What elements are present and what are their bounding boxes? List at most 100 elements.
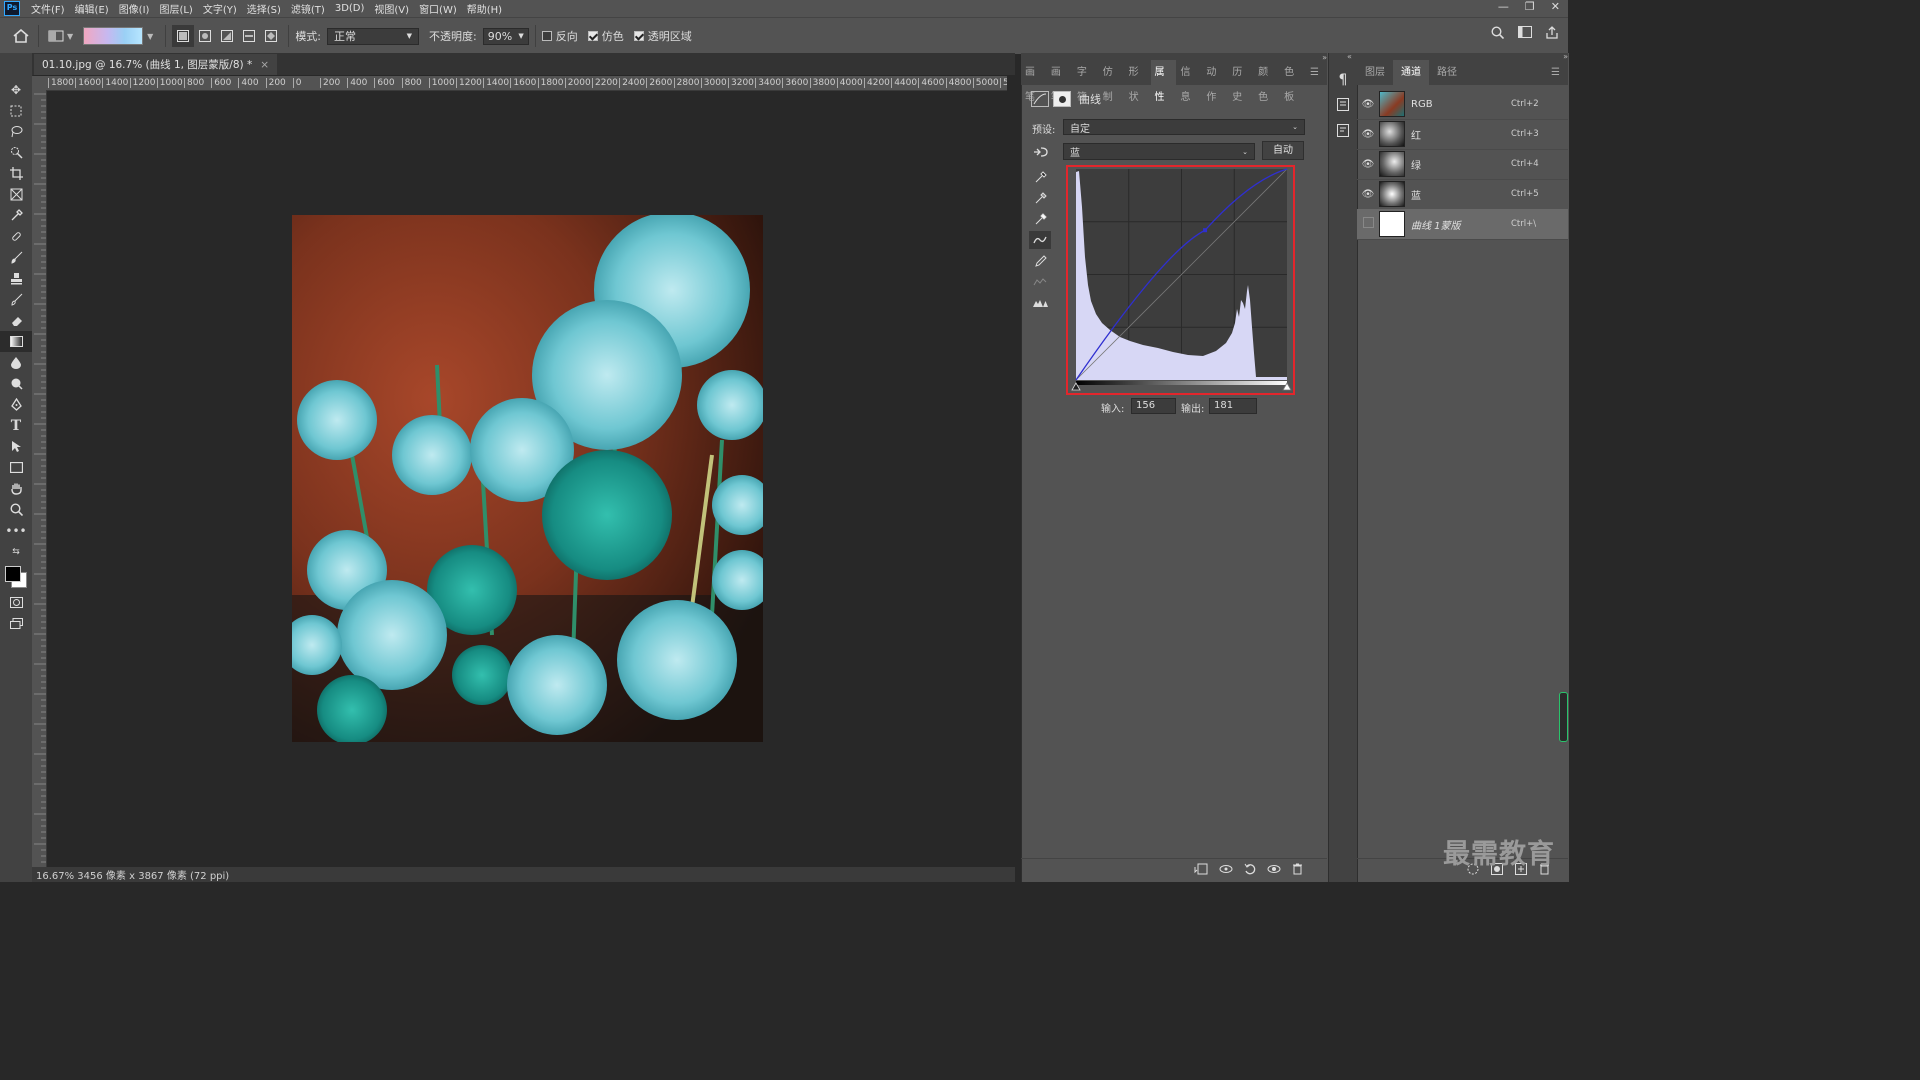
horizontal-ruler[interactable]: 1800 1600 1400 1200 1000 800 600 400 200 0 200 400 6… (46, 76, 1007, 91)
dodge-tool-icon[interactable] (0, 373, 32, 394)
menu-window[interactable]: 窗口(W) (414, 1, 462, 16)
close-tab-icon[interactable]: × (260, 59, 269, 71)
tab-clone-source[interactable]: 仿制 (1099, 60, 1125, 103)
document-tab[interactable]: 01.10.jpg @ 16.7% (曲线 1, 图层蒙版/8) * × (34, 54, 278, 75)
eye-icon[interactable]: 👁 (1357, 99, 1379, 110)
menu-help[interactable]: 帮助(H) (462, 1, 507, 16)
vertical-ruler[interactable] (32, 90, 47, 868)
gradient-tool-icon[interactable] (0, 331, 32, 352)
chevron-down-icon[interactable]: ▼ (67, 32, 73, 41)
close-window-icon[interactable]: ✕ (1551, 0, 1560, 13)
lasso-tool-icon[interactable] (0, 121, 32, 142)
transparency-checkbox[interactable] (633, 31, 644, 41)
channels-collapse-bar[interactable]: » (1357, 53, 1568, 61)
menu-filter[interactable]: 滤镜(T) (286, 1, 330, 16)
view-previous-state-icon[interactable] (1219, 863, 1233, 878)
tab-actions[interactable]: 动作 (1202, 60, 1228, 103)
mode-select[interactable]: 正常 ▼ (327, 27, 420, 45)
edit-points-curve-icon[interactable] (1029, 231, 1051, 249)
tab-brush[interactable]: 画笔 (1021, 60, 1047, 103)
brush-tool-icon[interactable] (0, 247, 32, 268)
reverse-checkbox[interactable] (541, 31, 552, 41)
clone-stamp-tool-icon[interactable] (0, 268, 32, 289)
healing-brush-tool-icon[interactable] (0, 226, 32, 247)
tab-paths[interactable]: 路径 (1429, 60, 1465, 85)
tab-color[interactable]: 颜色 (1254, 60, 1280, 103)
notes-icon[interactable] (1337, 124, 1349, 140)
channel-row-red[interactable]: 👁 红 Ctrl+3 (1357, 119, 1568, 150)
channel-row-green[interactable]: 👁 绿 Ctrl+4 (1357, 149, 1568, 180)
properties-panel-icon[interactable] (1337, 98, 1349, 114)
tab-swatches[interactable]: 色板 (1280, 60, 1306, 103)
menu-file[interactable]: 文件(F) (26, 1, 70, 16)
rectangle-tool-icon[interactable] (0, 457, 32, 478)
panel-menu-icon[interactable]: ☰ (1306, 60, 1323, 85)
curve-control-point[interactable] (1203, 228, 1208, 233)
home-icon[interactable] (10, 25, 32, 47)
menu-type[interactable]: 文字(Y) (198, 1, 242, 16)
menu-select[interactable]: 选择(S) (242, 1, 286, 16)
screen-mode-icon[interactable] (0, 613, 32, 634)
move-tool-icon[interactable]: ✥ (0, 79, 32, 100)
double-chevron-left-icon[interactable]: « (1329, 53, 1357, 61)
document-image[interactable] (292, 215, 763, 742)
black-point-eyedropper-icon[interactable] (1029, 168, 1051, 186)
tab-character[interactable]: 字符 (1073, 60, 1099, 103)
reset-icon[interactable] (1244, 863, 1256, 878)
tab-shape[interactable]: 形状 (1125, 60, 1151, 103)
opacity-input[interactable]: 90% ▼ (482, 27, 529, 45)
smooth-curve-icon[interactable] (1029, 273, 1051, 291)
tab-layers[interactable]: 图层 (1357, 60, 1393, 85)
paragraph-icon[interactable]: ¶ (1339, 72, 1348, 88)
tab-history[interactable]: 历史 (1228, 60, 1254, 103)
eraser-tool-icon[interactable] (0, 310, 32, 331)
on-image-adjust-icon[interactable] (1029, 143, 1051, 161)
swap-colors-icon[interactable]: ⇆ (0, 541, 32, 562)
panel-collapse-bar[interactable]: » (1021, 53, 1327, 62)
channel-select[interactable]: 蓝 ⌄ (1063, 143, 1255, 160)
menu-layer[interactable]: 图层(L) (154, 1, 197, 16)
channel-row-rgb[interactable]: 👁 RGB Ctrl+2 (1357, 89, 1568, 120)
workspace-icon[interactable] (1518, 26, 1532, 42)
channels-menu-icon[interactable]: ☰ (1547, 60, 1564, 85)
curves-graph-highlight[interactable] (1066, 165, 1295, 395)
diamond-gradient-icon[interactable] (260, 25, 282, 47)
marquee-tool-icon[interactable] (0, 100, 32, 121)
hand-tool-icon[interactable] (0, 478, 32, 499)
visibility-toggle-empty[interactable] (1357, 217, 1379, 231)
crop-tool-icon[interactable] (0, 163, 32, 184)
type-tool-icon[interactable]: T (0, 415, 32, 436)
channel-row-blue[interactable]: 👁 蓝 Ctrl+5 (1357, 179, 1568, 210)
input-field[interactable]: 156 (1131, 398, 1176, 414)
path-selection-tool-icon[interactable] (0, 436, 32, 457)
share-icon[interactable] (1546, 26, 1558, 42)
layer-mask-icon[interactable] (1053, 91, 1071, 107)
menu-edit[interactable]: 编辑(E) (70, 1, 114, 16)
preset-select[interactable]: 自定 ⌄ (1063, 119, 1305, 135)
tab-info[interactable]: 信息 (1176, 60, 1202, 103)
menu-view[interactable]: 视图(V) (369, 1, 414, 16)
gradient-tool-preset-icon[interactable] (45, 25, 67, 47)
zoom-tool-icon[interactable] (0, 499, 32, 520)
white-point-eyedropper-icon[interactable] (1029, 210, 1051, 228)
search-icon[interactable] (1491, 26, 1505, 42)
frame-tool-icon[interactable] (0, 184, 32, 205)
more-tools-icon[interactable]: ••• (0, 520, 32, 541)
curves-adjustment-icon[interactable] (1031, 91, 1049, 107)
eyedropper-tool-icon[interactable] (0, 205, 32, 226)
minimize-icon[interactable]: — (1498, 0, 1509, 13)
tab-channels[interactable]: 通道 (1393, 60, 1429, 85)
chevron-down-icon[interactable]: ▼ (147, 32, 153, 41)
scroll-indicator[interactable] (1559, 692, 1568, 742)
gray-point-eyedropper-icon[interactable] (1029, 189, 1051, 207)
auto-button[interactable]: 自动 (1262, 141, 1304, 160)
radial-gradient-icon[interactable] (194, 25, 216, 47)
reflected-gradient-icon[interactable] (238, 25, 260, 47)
menu-3d[interactable]: 3D(D) (330, 3, 370, 14)
quick-selection-tool-icon[interactable] (0, 142, 32, 163)
blur-tool-icon[interactable] (0, 352, 32, 373)
visibility-icon[interactable] (1267, 864, 1281, 877)
quick-mask-icon[interactable] (0, 592, 32, 613)
draw-curve-pencil-icon[interactable] (1029, 252, 1051, 270)
eye-icon[interactable]: 👁 (1357, 159, 1379, 170)
